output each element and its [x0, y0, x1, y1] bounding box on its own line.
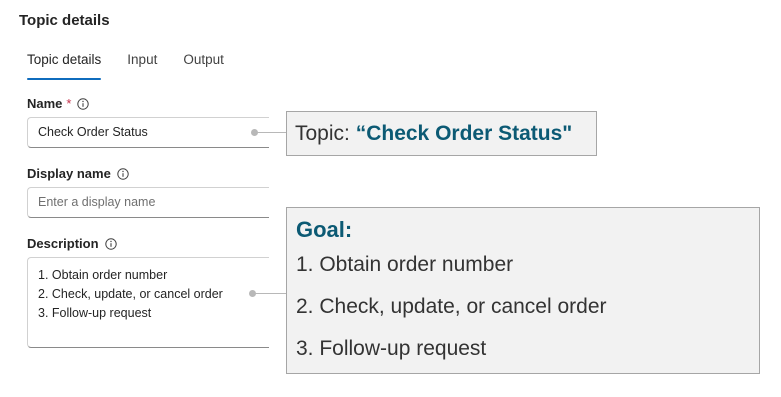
- info-icon[interactable]: [104, 237, 117, 250]
- description-field-label: Description: [27, 236, 117, 251]
- tab-list: Topic details Input Output: [27, 52, 250, 80]
- goal-item: 1. Obtain order number: [296, 253, 514, 276]
- description-label-text: Description: [27, 236, 99, 251]
- info-icon[interactable]: [117, 167, 129, 180]
- connector-line: [253, 293, 287, 294]
- name-input[interactable]: Check Order Status: [27, 117, 269, 148]
- info-icon[interactable]: [77, 97, 90, 110]
- display-name-input[interactable]: Enter a display name: [27, 187, 269, 218]
- display-name-label-text: Display name: [27, 166, 111, 181]
- tab-input[interactable]: Input: [127, 52, 157, 80]
- description-textarea[interactable]: 1. Obtain order number 2. Check, update,…: [27, 257, 269, 348]
- goal-item: 3. Follow-up request: [296, 337, 487, 360]
- display-name-field-label: Display name: [27, 166, 129, 181]
- name-field-label: Name *: [27, 96, 90, 111]
- topic-callout: Topic: “Check Order Status": [286, 111, 597, 156]
- connector-line: [255, 132, 287, 133]
- description-line: 1. Obtain order number: [38, 268, 168, 282]
- panel-title: Topic details: [19, 12, 110, 29]
- topic-callout-prefix: Topic:: [295, 122, 356, 145]
- description-line: 3. Follow-up request: [38, 306, 152, 320]
- description-line: 2. Check, update, or cancel order: [38, 287, 223, 301]
- name-label-text: Name: [27, 96, 63, 111]
- goal-heading: Goal:: [296, 217, 353, 242]
- tab-output[interactable]: Output: [183, 52, 224, 80]
- goal-item: 2. Check, update, or cancel order: [296, 295, 607, 318]
- goal-callout: Goal: 1. Obtain order number 2. Check, u…: [286, 207, 760, 374]
- tab-topic-details[interactable]: Topic details: [27, 52, 102, 80]
- required-marker: *: [66, 96, 72, 111]
- topic-callout-name: “Check Order Status": [355, 122, 573, 145]
